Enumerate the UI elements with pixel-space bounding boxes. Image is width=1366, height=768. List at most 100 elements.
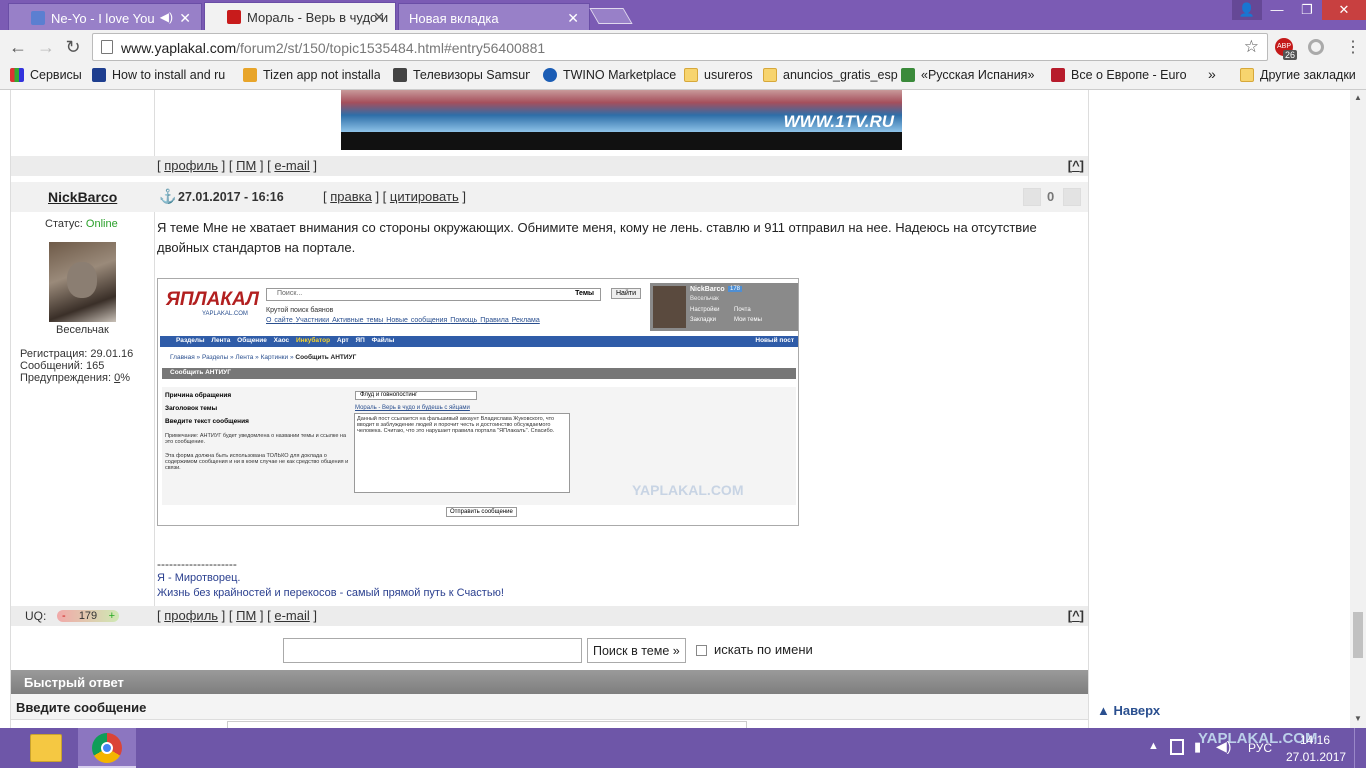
user-rank: Весельчак xyxy=(56,324,109,336)
uq-minus-icon[interactable]: - xyxy=(62,610,66,622)
profile-link[interactable]: профиль xyxy=(164,158,218,173)
shot-navbar: Разделы Лента Общение Хаос Инкубатор Арт… xyxy=(160,336,798,347)
bookmark-folder-other[interactable]: Другие закладки xyxy=(1240,68,1356,82)
thumb-down-icon[interactable] xyxy=(1023,188,1041,206)
shot-toplinks: О сайте Участники Активные темы Новые со… xyxy=(266,317,540,324)
quote-link[interactable]: цитировать xyxy=(390,189,459,204)
status-online: Online xyxy=(85,218,118,230)
shot-search-button: Найти xyxy=(611,288,641,299)
profile-link[interactable]: профиль xyxy=(164,608,218,623)
apps-icon xyxy=(10,68,24,82)
search-by-name-checkbox[interactable] xyxy=(696,645,707,656)
avatar[interactable] xyxy=(49,242,116,322)
bookmark-item[interactable]: Tizen app not installa xyxy=(243,68,380,82)
language-indicator[interactable]: РУС xyxy=(1248,741,1272,755)
more-bookmarks-icon[interactable]: » xyxy=(1190,66,1216,82)
scroll-up-link[interactable]: [^] xyxy=(1068,158,1084,173)
email-link[interactable]: e-mail xyxy=(274,158,309,173)
email-link[interactable]: e-mail xyxy=(274,608,309,623)
shot-search-input: Поиск... xyxy=(277,290,303,297)
prev-post-footer: [ профиль ] [ ПМ ] [ e-mail ] [^] xyxy=(11,156,1088,176)
bookmark-apps[interactable]: Сервисы xyxy=(10,68,82,82)
tv-logo: WWW.1TV.RU xyxy=(783,112,895,131)
quick-reply-title: Быстрый ответ xyxy=(24,675,124,690)
forward-icon[interactable]: → xyxy=(35,36,57,58)
file-explorer-icon[interactable] xyxy=(30,734,62,762)
scroll-up-link[interactable]: [^] xyxy=(1068,608,1084,623)
user-icon[interactable]: 👤 xyxy=(1232,0,1262,20)
author-name[interactable]: NickBarco xyxy=(48,189,117,205)
video-frame[interactable]: WWW.1TV.RU xyxy=(341,90,902,150)
menu-icon[interactable]: ⋮ xyxy=(1345,37,1361,57)
bookmark-item[interactable]: «Русская Испания» в xyxy=(901,68,1037,82)
post-date: 27.01.2017 - 16:16 xyxy=(178,190,284,204)
page-scrollbar[interactable]: ▲ ▼ xyxy=(1350,90,1366,728)
network-icon[interactable]: ▮ xyxy=(1194,739,1201,755)
clock-time[interactable]: 14:16 xyxy=(1300,733,1330,747)
tab-new[interactable]: Новая вкладка ✕ xyxy=(398,3,590,30)
tab-title: Мораль - Верь в чудо и xyxy=(247,10,389,25)
uq-plus-icon[interactable]: + xyxy=(109,610,115,622)
taskbar: YAPLAKAL.COM ▲ ▮ ◀) РУС 14:16 27.01.2017 xyxy=(0,728,1366,768)
star-icon[interactable]: ☆ xyxy=(1244,37,1259,57)
close-window-button[interactable]: ✕ xyxy=(1322,0,1366,20)
tray-up-icon[interactable]: ▲ xyxy=(1148,740,1159,752)
post-image[interactable]: ЯПЛАКАЛ YAPLAKAL.COM Поиск... Темы Найти… xyxy=(157,278,799,526)
topic-search-input[interactable] xyxy=(283,638,582,663)
title-bar: Ne-Yo - I love You ◀) ✕ Мораль - Верь в … xyxy=(0,0,1366,30)
back-icon[interactable]: ← xyxy=(7,36,29,58)
edit-link[interactable]: правка xyxy=(330,189,372,204)
folder-icon xyxy=(1240,68,1254,82)
search-by-name-label: искать по имени xyxy=(714,642,813,657)
uq-label: UQ: xyxy=(25,609,47,623)
shot-tagline: Крутой поиск баянов xyxy=(266,307,334,314)
maximize-button[interactable]: ❐ xyxy=(1292,0,1322,20)
signature-line-1: Я - Миротворец. xyxy=(157,572,241,584)
address-bar[interactable]: www.yaplakal.com/forum2/st/150/topic1535… xyxy=(92,33,1268,61)
signature-divider: -------------------- xyxy=(157,557,237,571)
bookmark-icon xyxy=(243,68,257,82)
tab-yaplakal[interactable]: Мораль - Верь в чудо и ✕ xyxy=(204,2,396,30)
tab-youtube[interactable]: Ne-Yo - I love You ◀) ✕ xyxy=(8,3,202,30)
bookmark-item[interactable]: Все о Европе - Europ xyxy=(1051,68,1187,82)
bookmark-item[interactable]: How to install and ru xyxy=(92,68,230,82)
topic-search-button[interactable]: Поиск в теме » xyxy=(587,638,686,663)
pm-link[interactable]: ПМ xyxy=(236,158,256,173)
scroll-up-arrow[interactable]: ▲ xyxy=(1354,93,1362,102)
notifications-icon[interactable] xyxy=(1354,728,1366,768)
clock-date[interactable]: 27.01.2017 xyxy=(1286,750,1346,764)
battery-icon[interactable] xyxy=(1170,739,1184,755)
post-footer: UQ: - 179 + [ профиль ] [ ПМ ] [ e-mail … xyxy=(11,606,1088,626)
scroll-thumb[interactable] xyxy=(1353,612,1363,658)
anchor-icon[interactable]: ⚓ xyxy=(159,188,176,205)
scroll-down-arrow[interactable]: ▼ xyxy=(1354,714,1362,723)
extension-icon[interactable] xyxy=(1308,39,1324,55)
bookmark-icon xyxy=(1051,68,1065,82)
shot-form: Причина обращения Флуд и говнопостинг За… xyxy=(162,387,796,505)
thumb-up-icon[interactable] xyxy=(1063,188,1081,206)
user-info: Статус: Online Весельчак Регистрация: 29… xyxy=(11,212,154,606)
speaker-icon: ◀) xyxy=(159,10,173,24)
tab-title: Новая вкладка xyxy=(409,11,499,26)
bookmark-item[interactable]: TWINO Marketplace xyxy=(543,68,676,82)
warn-pct: % xyxy=(120,372,130,384)
bookmark-folder[interactable]: anuncios_gratis_esp xyxy=(763,68,898,82)
page-icon xyxy=(101,40,113,54)
pm-link[interactable]: ПМ xyxy=(236,608,256,623)
post-header: NickBarco ⚓ 27.01.2017 - 16:16 [ правка … xyxy=(11,182,1088,212)
close-icon[interactable]: ✕ xyxy=(567,10,579,27)
bookmark-icon xyxy=(92,68,106,82)
folder-icon xyxy=(684,68,698,82)
url-text: www.yaplakal.com/forum2/st/150/topic1535… xyxy=(121,40,546,56)
volume-icon[interactable]: ◀) xyxy=(1216,738,1231,755)
to-top-link[interactable]: ▲ Наверх xyxy=(1097,703,1160,718)
bookmark-folder[interactable]: usureros xyxy=(684,68,753,82)
minimize-button[interactable]: — xyxy=(1262,0,1292,20)
close-icon[interactable]: ✕ xyxy=(373,9,385,26)
reply-textarea[interactable] xyxy=(227,721,747,728)
reload-icon[interactable]: ↻ xyxy=(62,36,84,58)
close-icon[interactable]: ✕ xyxy=(179,10,191,27)
new-tab-button[interactable] xyxy=(589,8,633,24)
chrome-taskbar-button[interactable] xyxy=(78,728,136,768)
bookmark-item[interactable]: Телевизоры Samsung xyxy=(393,68,530,82)
